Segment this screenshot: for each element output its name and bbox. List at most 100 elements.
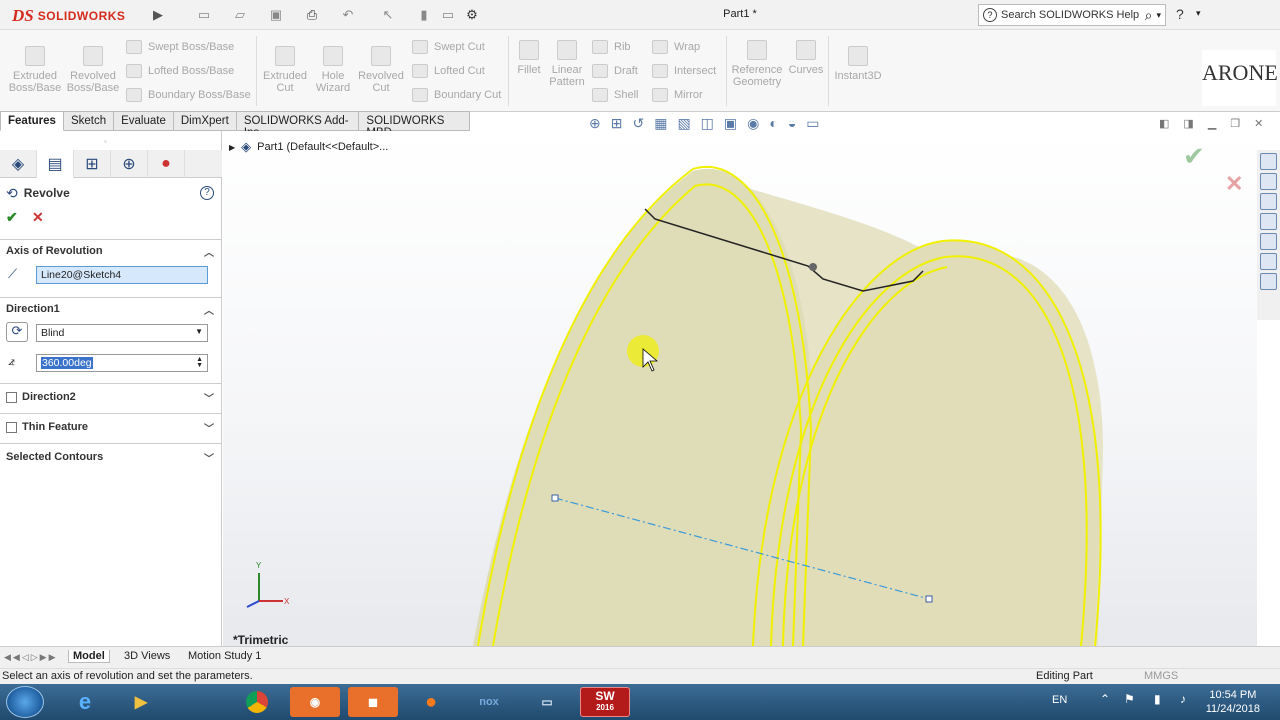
direction1-section-header[interactable]: Direction1 ︿ bbox=[0, 300, 222, 318]
help-chevron-icon[interactable]: ▾ bbox=[1196, 8, 1201, 19]
direction2-checkbox[interactable] bbox=[6, 391, 17, 403]
open-icon[interactable]: ▱ bbox=[232, 7, 248, 23]
spinner-icon[interactable]: ▲ ▼ bbox=[196, 356, 203, 369]
collapse-chevron-icon[interactable]: ︿ bbox=[204, 302, 214, 317]
view-palette-icon[interactable] bbox=[1260, 213, 1277, 230]
expand-chevron-icon[interactable]: ﹀ bbox=[204, 420, 214, 435]
confirm-corner-ok-icon[interactable]: ✔ bbox=[1183, 141, 1205, 172]
help-circle-icon[interactable]: ? bbox=[200, 186, 214, 200]
swept-cut-button[interactable]: Swept Cut bbox=[412, 40, 485, 54]
search-icon[interactable]: ⌕ bbox=[1145, 7, 1153, 24]
tab-evaluate[interactable]: Evaluate bbox=[114, 111, 174, 131]
notification-arrow-icon[interactable]: ⌃ bbox=[1100, 692, 1110, 706]
direction2-section-header[interactable]: Direction2 ﹀ bbox=[0, 388, 222, 406]
chevron-down-icon[interactable]: ▾ bbox=[1156, 10, 1161, 21]
tab-features[interactable]: Features bbox=[0, 111, 64, 131]
draft-button[interactable]: Draft bbox=[592, 64, 638, 78]
tile-right-icon[interactable]: ◨ bbox=[1183, 117, 1193, 130]
solidworks-taskbar-icon[interactable]: SW 2016 bbox=[580, 687, 630, 717]
selected-contours-section-header[interactable]: Selected Contours ﹀ bbox=[0, 448, 222, 466]
ok-button[interactable]: ✔ bbox=[6, 209, 18, 226]
revolve-angle-field[interactable]: 360.00deg ▲ ▼ bbox=[36, 354, 208, 372]
new-icon[interactable]: ▭ bbox=[196, 7, 212, 23]
undo-icon[interactable]: ↶ bbox=[340, 7, 356, 23]
intersect-button[interactable]: Intersect bbox=[652, 64, 716, 78]
view-settings-icon[interactable]: ▭ bbox=[806, 115, 819, 133]
rib-button[interactable]: Rib bbox=[592, 40, 631, 54]
swept-boss-button[interactable]: Swept Boss/Base bbox=[126, 40, 234, 54]
section-view-icon[interactable]: ▦ bbox=[654, 115, 667, 133]
file-explorer-icon[interactable] bbox=[1260, 193, 1277, 210]
flag-icon[interactable]: ⚑ bbox=[1124, 692, 1135, 706]
tab-addins[interactable]: SOLIDWORKS Add-Ins bbox=[236, 111, 360, 139]
help-search-input[interactable]: ? Search SOLIDWORKS Help ⌕ ▾ bbox=[978, 4, 1166, 26]
forum-icon[interactable] bbox=[1260, 273, 1277, 290]
tree-expand-icon[interactable]: ▶ bbox=[229, 143, 235, 152]
tab-mbd[interactable]: SOLIDWORKS MBD bbox=[359, 111, 470, 139]
revolved-boss-button[interactable]: Revolved Boss/Base bbox=[66, 46, 120, 94]
boundary-cut-button[interactable]: Boundary Cut bbox=[412, 88, 501, 102]
extruded-boss-button[interactable]: Extruded Boss/Base bbox=[8, 46, 62, 94]
save-icon[interactable]: ▣ bbox=[268, 7, 284, 23]
lofted-boss-button[interactable]: Lofted Boss/Base bbox=[126, 64, 234, 78]
rebuild-icon[interactable]: ▮ bbox=[416, 7, 432, 23]
instant3d-button[interactable]: Instant3D bbox=[832, 46, 884, 82]
mirror-button[interactable]: Mirror bbox=[652, 88, 703, 102]
expand-chevron-icon[interactable]: ﹀ bbox=[204, 390, 214, 405]
linear-pattern-button[interactable]: Linear Pattern bbox=[546, 40, 588, 88]
chrome-icon[interactable] bbox=[232, 687, 282, 717]
reference-geometry-button[interactable]: Reference Geometry bbox=[730, 40, 784, 88]
panel-splitter-icon[interactable]: ◦ bbox=[104, 137, 114, 146]
solidworks-logo[interactable]: DS SOLIDWORKS bbox=[12, 6, 132, 26]
appearances-icon[interactable] bbox=[1260, 233, 1277, 250]
reverse-direction-icon[interactable]: ⟳ bbox=[6, 322, 28, 342]
edit-appearance-icon[interactable]: ◐ bbox=[769, 115, 777, 133]
nox-player-icon[interactable]: nox bbox=[464, 687, 514, 717]
screenshot-app-icon[interactable]: ◉ bbox=[290, 687, 340, 717]
confirm-corner-cancel-icon[interactable]: ✕ bbox=[1225, 171, 1243, 197]
cancel-button[interactable]: ✕ bbox=[32, 209, 44, 226]
language-indicator[interactable]: EN bbox=[1052, 694, 1067, 706]
tile-left-icon[interactable]: ◧ bbox=[1159, 117, 1169, 130]
lofted-cut-button[interactable]: Lofted Cut bbox=[412, 64, 485, 78]
volume-icon[interactable]: ♪ bbox=[1180, 692, 1186, 706]
select-icon[interactable]: ↖ bbox=[380, 7, 396, 23]
feature-tree-root[interactable]: ▶ ◈ Part1 (Default<<Default>... bbox=[229, 139, 388, 155]
system-clock[interactable]: 10:54 PM 11/24/2018 bbox=[1206, 688, 1260, 716]
fillet-button[interactable]: Fillet bbox=[512, 40, 546, 76]
feature-manager-tab-icon[interactable]: ◈ bbox=[0, 150, 37, 178]
revolved-cut-button[interactable]: Revolved Cut bbox=[356, 46, 406, 94]
shell-button[interactable]: Shell bbox=[592, 88, 638, 102]
menu-expand-icon[interactable]: ▶ bbox=[150, 7, 166, 23]
collapse-chevron-icon[interactable]: ︿ bbox=[204, 244, 214, 259]
curves-button[interactable]: Curves bbox=[786, 40, 826, 76]
thin-feature-section-header[interactable]: Thin Feature ﹀ bbox=[0, 418, 222, 436]
start-button-icon[interactable] bbox=[6, 686, 44, 718]
dimxpert-manager-tab-icon[interactable]: ⊕ bbox=[111, 150, 148, 178]
internet-explorer-icon[interactable]: e bbox=[60, 687, 110, 717]
axis-section-header[interactable]: Axis of Revolution ︿ bbox=[0, 242, 222, 260]
options-icon[interactable]: ⚙ bbox=[464, 7, 480, 23]
close-icon[interactable]: ✕ bbox=[1254, 117, 1263, 130]
display-style-icon[interactable]: ▣ bbox=[724, 115, 737, 133]
display-manager-tab-icon[interactable]: ● bbox=[148, 150, 185, 178]
file-props-icon[interactable]: ▭ bbox=[440, 7, 456, 23]
resources-home-icon[interactable] bbox=[1260, 153, 1277, 170]
view-orientation-icon[interactable]: ◫ bbox=[701, 115, 714, 133]
direction1-type-select[interactable]: Blind ▼ bbox=[36, 324, 208, 342]
media-player-icon[interactable]: ▶ bbox=[116, 687, 166, 717]
hole-wizard-button[interactable]: Hole Wizard bbox=[310, 46, 356, 94]
tab-scroll-arrows-icon[interactable]: ◀◀◁▷▶▶ bbox=[4, 652, 58, 663]
minimize-icon[interactable]: ▁ bbox=[1208, 117, 1216, 130]
tab-model[interactable]: Model bbox=[68, 650, 110, 663]
custom-properties-icon[interactable] bbox=[1260, 253, 1277, 270]
restore-icon[interactable]: ❐ bbox=[1230, 117, 1240, 130]
expand-chevron-icon[interactable]: ﹀ bbox=[204, 450, 214, 465]
configuration-manager-tab-icon[interactable]: ⊞ bbox=[74, 150, 111, 178]
units-indicator[interactable]: MMGS bbox=[1144, 670, 1178, 682]
remote-desktop-icon[interactable]: ▭ bbox=[522, 687, 572, 717]
zoom-to-area-icon[interactable]: ⊞ bbox=[611, 115, 623, 133]
tab-3d-views[interactable]: 3D Views bbox=[120, 650, 174, 662]
tab-motion-study[interactable]: Motion Study 1 bbox=[184, 650, 265, 662]
thin-feature-checkbox[interactable] bbox=[6, 421, 17, 433]
